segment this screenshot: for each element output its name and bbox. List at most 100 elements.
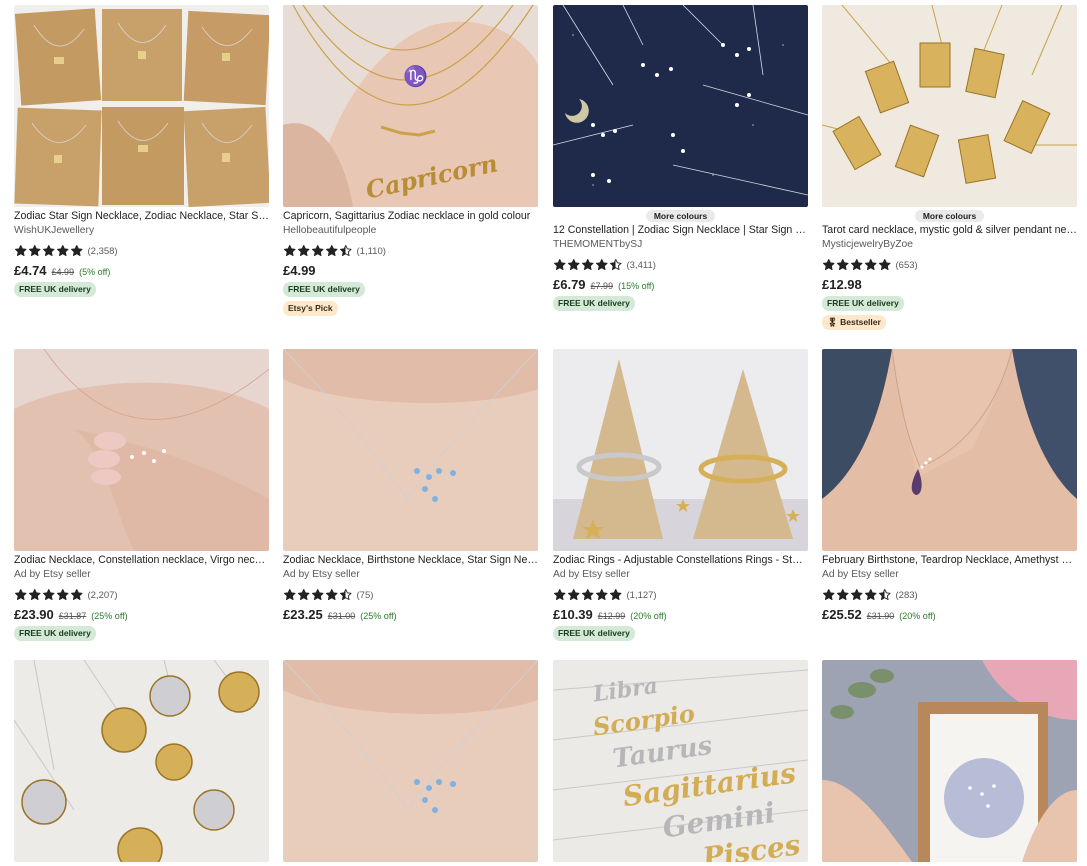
listing-image-gift-box[interactable] [822,660,1077,862]
bestseller-badge: 🎖︎ Bestseller [822,315,886,330]
star-icon [325,245,338,257]
star-icon [850,259,863,271]
award-icon: 🎖︎ [827,317,838,327]
star-rating-icon [283,244,353,258]
star-rating-icon [14,244,84,258]
price: £25.52 [822,607,862,622]
shop-name[interactable]: WishUKJewellery [14,224,269,237]
original-price: £4.99 [51,267,75,277]
review-count: (75) [356,589,374,601]
listing-card[interactable]: Zodiac Rings - Adjustable Constellations… [553,349,808,641]
star-icon [836,259,849,271]
star-icon [878,259,891,271]
star-icon [553,259,566,271]
listing-image-tarot-pendants[interactable] [822,5,1077,207]
star-icon [864,589,877,601]
rating: (1,110) [283,244,538,258]
listing-title[interactable]: February Birthstone, Teardrop Necklace, … [822,554,1077,567]
price: £10.39 [553,607,593,622]
star-icon [42,245,55,257]
star-rating-icon [14,588,84,602]
listing-card[interactable]: ♑ Capricorn Capricorn, Sagittarius Zodia… [283,5,538,316]
listing-image-gold-necklaces-hand[interactable]: ♑ Capricorn [283,5,538,207]
rating: (283) [822,588,1077,602]
listing-image-virgo-hand-necklace[interactable] [14,349,269,551]
listing-card[interactable] [822,660,1077,862]
rating: (1,127) [553,588,808,602]
star-icon [581,259,594,271]
listing-title[interactable]: Zodiac Necklace, Birthstone Necklace, St… [283,554,538,567]
price: £4.74 [14,263,47,278]
listing-card[interactable]: Zodiac Necklace, Birthstone Necklace, St… [283,349,538,622]
listing-title[interactable]: Tarot card necklace, mystic gold & silve… [822,224,1077,237]
shop-name[interactable]: Hellobeautifulpeople [283,224,538,237]
bestseller-label: Bestseller [840,317,881,327]
etsys-pick-badge: Etsy's Pick [283,301,338,316]
listing-image-birthstone-necklace-alt[interactable] [283,660,538,862]
free-delivery-badge: FREE UK delivery [553,296,635,311]
listing-image-zodiac-coin-pendants[interactable] [14,660,269,862]
listing-title[interactable]: Capricorn, Sagittarius Zodiac necklace i… [283,210,538,223]
rating: (3,411) [553,258,808,272]
shop-name[interactable]: MysticjewelryByZoe [822,238,1077,251]
listing-image-name-necklaces[interactable]: Libra Scorpio Taurus Sagittarius Gemini … [553,660,808,862]
listing-card[interactable]: Zodiac Star Sign Necklace, Zodiac Neckla… [14,5,269,297]
star-icon [595,589,608,601]
listing-card[interactable]: Libra Scorpio Taurus Sagittarius Gemini … [553,660,808,862]
star-icon [339,245,352,257]
listing-card[interactable]: February Birthstone, Teardrop Necklace, … [822,349,1077,622]
more-colours-badge: More colours [645,210,716,222]
listing-title[interactable]: Zodiac Necklace, Constellation necklace,… [14,554,269,567]
star-icon [836,589,849,601]
rating: (2,207) [14,588,269,602]
review-count: (3,411) [626,259,656,271]
discount-percent: (25% off) [91,611,128,621]
price: £4.99 [283,263,316,278]
free-delivery-badge: FREE UK delivery [553,626,635,641]
listing-card[interactable] [283,660,538,862]
listing-image-zodiac-cards[interactable] [14,5,269,207]
listing-title[interactable]: Zodiac Rings - Adjustable Constellations… [553,554,808,567]
star-icon [567,259,580,271]
shop-name[interactable]: Ad by Etsy seller [283,568,538,581]
listing-image-zodiac-rings[interactable] [553,349,808,551]
star-rating-icon [553,588,623,602]
listing-title[interactable]: 12 Constellation | Zodiac Sign Necklace … [553,224,808,237]
shop-name[interactable]: Ad by Etsy seller [553,568,808,581]
star-icon [56,245,69,257]
shop-name[interactable]: Ad by Etsy seller [14,568,269,581]
star-icon [70,589,83,601]
star-icon [850,589,863,601]
star-icon [864,259,877,271]
review-count: (1,127) [626,589,657,601]
star-icon [42,589,55,601]
star-icon [595,259,608,271]
review-count: (2,358) [87,245,118,257]
free-delivery-badge: FREE UK delivery [822,296,904,311]
star-rating-icon [822,588,892,602]
listing-image-birthstone-necklace[interactable] [283,349,538,551]
original-price: £12.99 [597,611,626,621]
star-icon [283,589,296,601]
original-price: £31.00 [327,611,356,621]
review-count: (2,207) [87,589,118,601]
listing-card[interactable]: More colours 12 Constellation | Zodiac S… [553,5,808,311]
shop-name[interactable]: Ad by Etsy seller [822,568,1077,581]
listing-image-teardrop-necklace[interactable] [822,349,1077,551]
star-icon [339,589,352,601]
star-rating-icon [283,588,353,602]
listing-image-constellation-necklaces[interactable] [553,5,808,207]
star-icon [878,589,891,601]
listing-card[interactable] [14,660,269,862]
listing-card[interactable]: More colours Tarot card necklace, mystic… [822,5,1077,330]
price: £23.90 [14,607,54,622]
svg-text:♑: ♑ [403,64,428,88]
shop-name[interactable]: THEMOMENTbySJ [553,238,808,251]
listing-title[interactable]: Zodiac Star Sign Necklace, Zodiac Neckla… [14,210,269,223]
discount-percent: (20% off) [899,611,936,621]
star-icon [822,589,835,601]
free-delivery-badge: FREE UK delivery [14,626,96,641]
review-count: (283) [895,589,918,601]
listing-card[interactable]: Zodiac Necklace, Constellation necklace,… [14,349,269,641]
price: £23.25 [283,607,323,622]
